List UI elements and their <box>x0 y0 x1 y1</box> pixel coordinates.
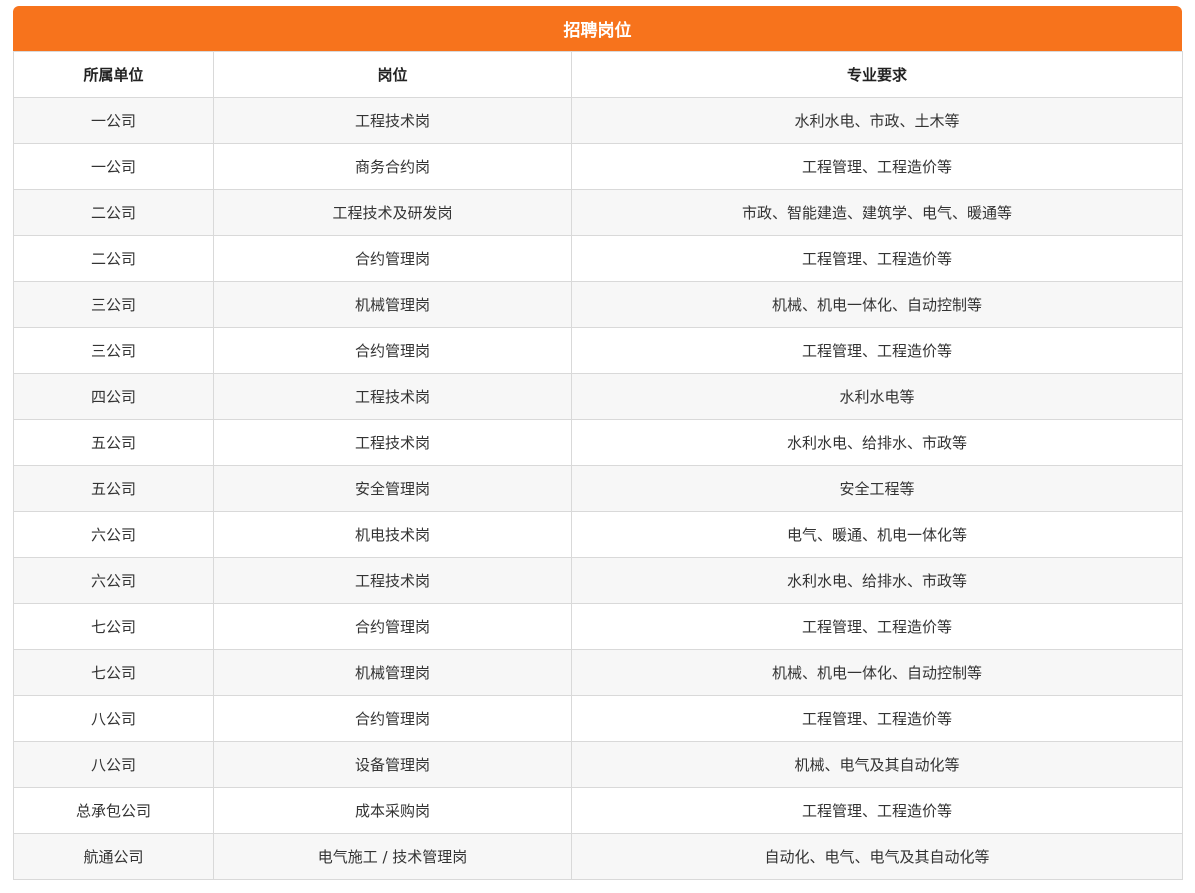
cell-position: 设备管理岗 <box>213 741 572 788</box>
column-header-unit: 所属单位 <box>13 51 214 98</box>
cell-position: 合约管理岗 <box>213 603 572 650</box>
cell-major: 自动化、电气、电气及其自动化等 <box>571 833 1183 880</box>
cell-position: 合约管理岗 <box>213 235 572 282</box>
table-row: 航通公司 电气施工 / 技术管理岗 自动化、电气、电气及其自动化等 <box>13 833 1183 880</box>
table-row: 七公司 合约管理岗 工程管理、工程造价等 <box>13 603 1183 650</box>
table-row: 八公司 设备管理岗 机械、电气及其自动化等 <box>13 741 1183 788</box>
table-row: 七公司 机械管理岗 机械、机电一体化、自动控制等 <box>13 649 1183 696</box>
table-row: 八公司 合约管理岗 工程管理、工程造价等 <box>13 695 1183 742</box>
table-row: 总承包公司 成本采购岗 工程管理、工程造价等 <box>13 787 1183 834</box>
cell-unit: 二公司 <box>13 189 214 236</box>
cell-major: 工程管理、工程造价等 <box>571 143 1183 190</box>
table-row: 五公司 工程技术岗 水利水电、给排水、市政等 <box>13 419 1183 466</box>
cell-position: 工程技术及研发岗 <box>213 189 572 236</box>
cell-unit: 八公司 <box>13 695 214 742</box>
cell-position: 合约管理岗 <box>213 327 572 374</box>
cell-position: 工程技术岗 <box>213 373 572 420</box>
cell-major: 水利水电、给排水、市政等 <box>571 557 1183 604</box>
cell-position: 工程技术岗 <box>213 97 572 144</box>
cell-position: 电气施工 / 技术管理岗 <box>213 833 572 880</box>
cell-position: 机械管理岗 <box>213 281 572 328</box>
cell-unit: 三公司 <box>13 327 214 374</box>
cell-major: 水利水电、市政、土木等 <box>571 97 1183 144</box>
cell-position: 成本采购岗 <box>213 787 572 834</box>
table-title: 招聘岗位 <box>13 6 1182 51</box>
cell-unit: 六公司 <box>13 511 214 558</box>
cell-unit: 八公司 <box>13 741 214 788</box>
column-header-major: 专业要求 <box>571 51 1183 98</box>
cell-major: 市政、智能建造、建筑学、电气、暖通等 <box>571 189 1183 236</box>
cell-major: 机械、机电一体化、自动控制等 <box>571 281 1183 328</box>
cell-unit: 三公司 <box>13 281 214 328</box>
cell-major: 工程管理、工程造价等 <box>571 327 1183 374</box>
cell-position: 工程技术岗 <box>213 557 572 604</box>
table-row: 五公司 安全管理岗 安全工程等 <box>13 465 1183 512</box>
cell-position: 商务合约岗 <box>213 143 572 190</box>
cell-unit: 五公司 <box>13 465 214 512</box>
table-row: 三公司 合约管理岗 工程管理、工程造价等 <box>13 327 1183 374</box>
cell-unit: 七公司 <box>13 649 214 696</box>
table-row: 一公司 商务合约岗 工程管理、工程造价等 <box>13 143 1183 190</box>
cell-major: 机械、电气及其自动化等 <box>571 741 1183 788</box>
cell-unit: 四公司 <box>13 373 214 420</box>
cell-position: 机电技术岗 <box>213 511 572 558</box>
cell-major: 电气、暖通、机电一体化等 <box>571 511 1183 558</box>
cell-unit: 七公司 <box>13 603 214 650</box>
cell-position: 合约管理岗 <box>213 695 572 742</box>
cell-position: 安全管理岗 <box>213 465 572 512</box>
cell-major: 水利水电、给排水、市政等 <box>571 419 1183 466</box>
table-row: 二公司 工程技术及研发岗 市政、智能建造、建筑学、电气、暖通等 <box>13 189 1183 236</box>
cell-major: 工程管理、工程造价等 <box>571 603 1183 650</box>
recruitment-table-container: 招聘岗位 所属单位 岗位 专业要求 一公司 工程技术岗 水利水电、市政、土木等 … <box>13 6 1183 880</box>
cell-major: 工程管理、工程造价等 <box>571 695 1183 742</box>
recruitment-table: 所属单位 岗位 专业要求 一公司 工程技术岗 水利水电、市政、土木等 一公司 商… <box>13 51 1183 880</box>
cell-major: 工程管理、工程造价等 <box>571 235 1183 282</box>
cell-unit: 五公司 <box>13 419 214 466</box>
cell-unit: 航通公司 <box>13 833 214 880</box>
cell-major: 机械、机电一体化、自动控制等 <box>571 649 1183 696</box>
cell-unit: 二公司 <box>13 235 214 282</box>
table-header-row: 所属单位 岗位 专业要求 <box>13 51 1183 98</box>
cell-position: 工程技术岗 <box>213 419 572 466</box>
cell-unit: 一公司 <box>13 143 214 190</box>
column-header-position: 岗位 <box>213 51 572 98</box>
table-row: 六公司 工程技术岗 水利水电、给排水、市政等 <box>13 557 1183 604</box>
cell-major: 水利水电等 <box>571 373 1183 420</box>
table-row: 六公司 机电技术岗 电气、暖通、机电一体化等 <box>13 511 1183 558</box>
cell-major: 安全工程等 <box>571 465 1183 512</box>
table-row: 四公司 工程技术岗 水利水电等 <box>13 373 1183 420</box>
cell-unit: 一公司 <box>13 97 214 144</box>
table-row: 一公司 工程技术岗 水利水电、市政、土木等 <box>13 97 1183 144</box>
table-row: 二公司 合约管理岗 工程管理、工程造价等 <box>13 235 1183 282</box>
cell-unit: 六公司 <box>13 557 214 604</box>
cell-unit: 总承包公司 <box>13 787 214 834</box>
cell-major: 工程管理、工程造价等 <box>571 787 1183 834</box>
table-row: 三公司 机械管理岗 机械、机电一体化、自动控制等 <box>13 281 1183 328</box>
cell-position: 机械管理岗 <box>213 649 572 696</box>
